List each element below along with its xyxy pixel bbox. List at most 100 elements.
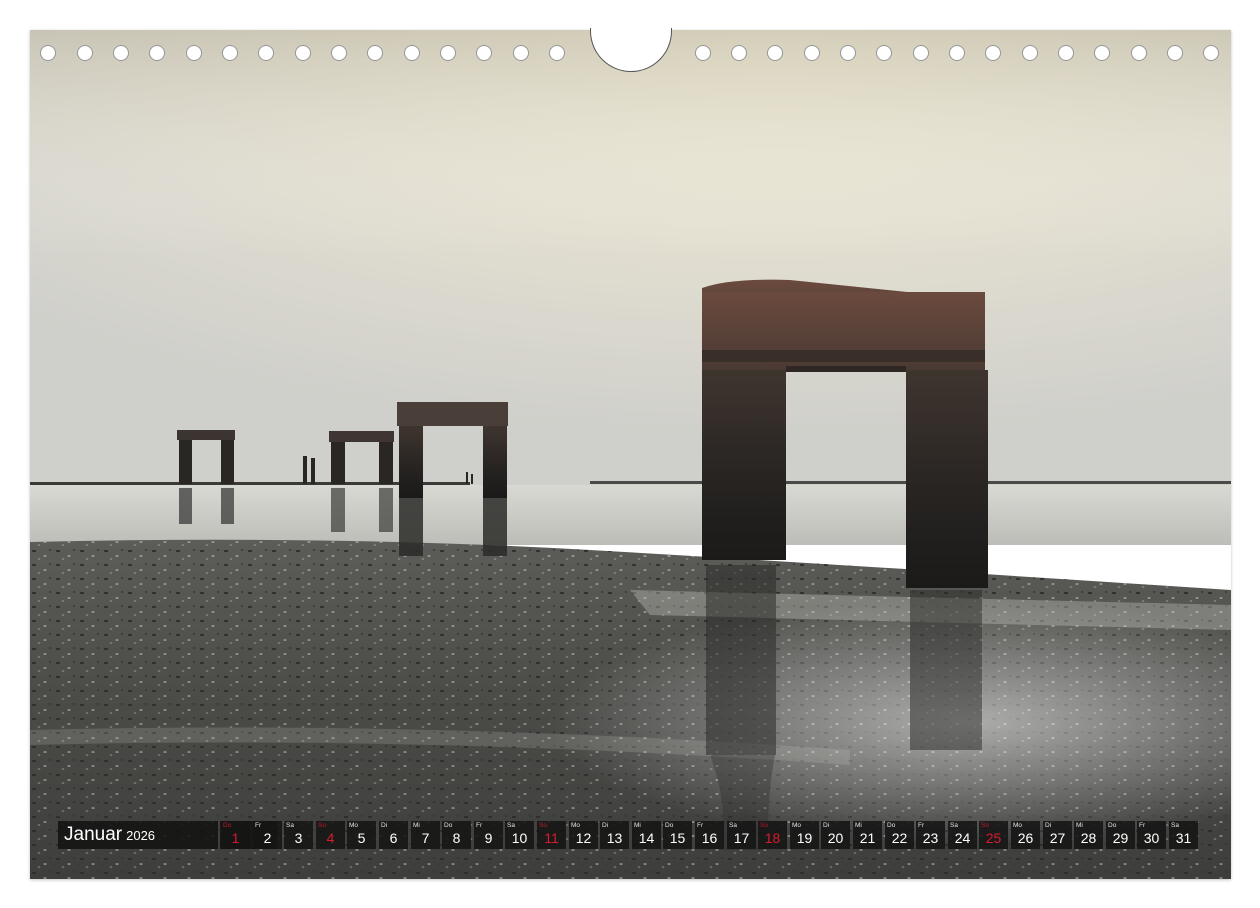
day-number: 4 [326, 830, 335, 846]
weekday-label: Mo [571, 822, 581, 829]
day-cell: Di 27 [1043, 821, 1072, 849]
photo [30, 30, 1231, 879]
weekday-label: Di [381, 822, 388, 829]
weekday-label: Do [665, 822, 674, 829]
day-number: 28 [1080, 830, 1097, 846]
weekday-label: Do [444, 822, 453, 829]
day-number: 18 [764, 830, 781, 846]
day-cell: Do 8 [442, 821, 471, 849]
day-cell: Do 15 [663, 821, 692, 849]
weekday-label: Di [823, 822, 830, 829]
weekday-label: Do [223, 822, 232, 829]
day-number: 24 [954, 830, 971, 846]
day-cell: So 4 [316, 821, 345, 849]
weekday-label: Fr [255, 822, 262, 829]
day-number: 27 [1049, 830, 1066, 846]
day-cell: Sa 3 [284, 821, 313, 849]
weekday-label: Do [887, 822, 896, 829]
weekday-label: Mo [1013, 822, 1023, 829]
day-cell: Mi 28 [1074, 821, 1103, 849]
day-number: 26 [1017, 830, 1034, 846]
day-number: 2 [263, 830, 272, 846]
weekday-label: So [981, 822, 989, 829]
day-cell: Sa 31 [1169, 821, 1198, 849]
pier-ruins-photo [30, 30, 1231, 879]
day-cell: Fr 2 [253, 821, 282, 849]
day-cell: Mo 5 [347, 821, 376, 849]
day-number: 25 [985, 830, 1002, 846]
day-cell: So 11 [537, 821, 566, 849]
day-number: 21 [859, 830, 876, 846]
day-number: 7 [421, 830, 430, 846]
weekday-label: Do [1108, 822, 1117, 829]
weekday-label: Sa [729, 822, 737, 829]
day-number: 19 [796, 830, 813, 846]
day-cell: Mo 12 [569, 821, 598, 849]
day-number: 16 [701, 830, 718, 846]
day-cell: Di 6 [379, 821, 408, 849]
weekday-label: Fr [918, 822, 925, 829]
weekday-label: Di [1045, 822, 1052, 829]
day-cell: Do 1 [221, 821, 250, 849]
day-cell: Sa 17 [727, 821, 756, 849]
calendar-strip: Januar 2026 Do 1 Fr 2 Sa 3 So 4 Mo 5 Di 6 Mi 7 Do 8 Fr 9 Sa… [58, 821, 1204, 849]
weekday-label: Sa [507, 822, 515, 829]
weekday-label: Mi [413, 822, 420, 829]
day-cell: Sa 24 [948, 821, 977, 849]
day-number: 1 [231, 830, 240, 846]
day-cell: Do 29 [1106, 821, 1135, 849]
day-cell: Fr 16 [695, 821, 724, 849]
weekday-label: Mo [349, 822, 359, 829]
day-number: 20 [827, 830, 844, 846]
weekday-label: Mi [1076, 822, 1083, 829]
day-cell: Fr 30 [1137, 821, 1166, 849]
day-number: 22 [891, 830, 908, 846]
day-number: 3 [294, 830, 303, 846]
weekday-label: Sa [286, 822, 294, 829]
day-number: 14 [638, 830, 655, 846]
day-cell: Mi 14 [632, 821, 661, 849]
day-cell: Di 13 [600, 821, 629, 849]
weekday-label: So [539, 822, 547, 829]
weekday-label: Fr [697, 822, 704, 829]
weekday-label: Fr [476, 822, 483, 829]
day-cell: Di 20 [821, 821, 850, 849]
day-cell: Mo 26 [1011, 821, 1040, 849]
weekday-label: So [318, 822, 326, 829]
day-cell: Sa 10 [505, 821, 534, 849]
day-number: 15 [669, 830, 686, 846]
day-number: 29 [1112, 830, 1129, 846]
day-cell: Do 22 [885, 821, 914, 849]
weekday-label: Mi [634, 822, 641, 829]
day-cell: Mo 19 [790, 821, 819, 849]
day-number: 30 [1143, 830, 1160, 846]
month-name: Januar [64, 824, 123, 845]
day-cell: Fr 9 [474, 821, 503, 849]
day-cell: Mi 21 [853, 821, 882, 849]
day-cell: So 18 [758, 821, 787, 849]
day-number: 6 [389, 830, 398, 846]
day-number: 23 [922, 830, 939, 846]
day-number: 12 [575, 830, 592, 846]
weekday-label: Fr [1139, 822, 1146, 829]
weekday-label: Sa [950, 822, 958, 829]
calendar-page: Januar 2026 Do 1 Fr 2 Sa 3 So 4 Mo 5 Di 6 Mi 7 Do 8 Fr 9 Sa… [0, 0, 1260, 908]
weekday-label: Mo [792, 822, 802, 829]
day-number: 17 [733, 830, 750, 846]
day-number: 13 [606, 830, 623, 846]
day-number: 10 [511, 830, 528, 846]
day-cell: Fr 23 [916, 821, 945, 849]
day-number: 31 [1175, 830, 1192, 846]
weekday-label: Mi [855, 822, 862, 829]
day-cell: So 25 [979, 821, 1008, 849]
weekday-label: Sa [1171, 822, 1179, 829]
month-title: Januar 2026 [58, 821, 218, 849]
day-cell: Mi 7 [411, 821, 440, 849]
weekday-label: Di [602, 822, 609, 829]
day-number: 5 [357, 830, 366, 846]
day-number: 8 [452, 830, 461, 846]
day-number: 11 [544, 830, 559, 846]
year-label: 2026 [126, 828, 156, 843]
day-number: 9 [484, 830, 493, 846]
weekday-label: So [760, 822, 768, 829]
